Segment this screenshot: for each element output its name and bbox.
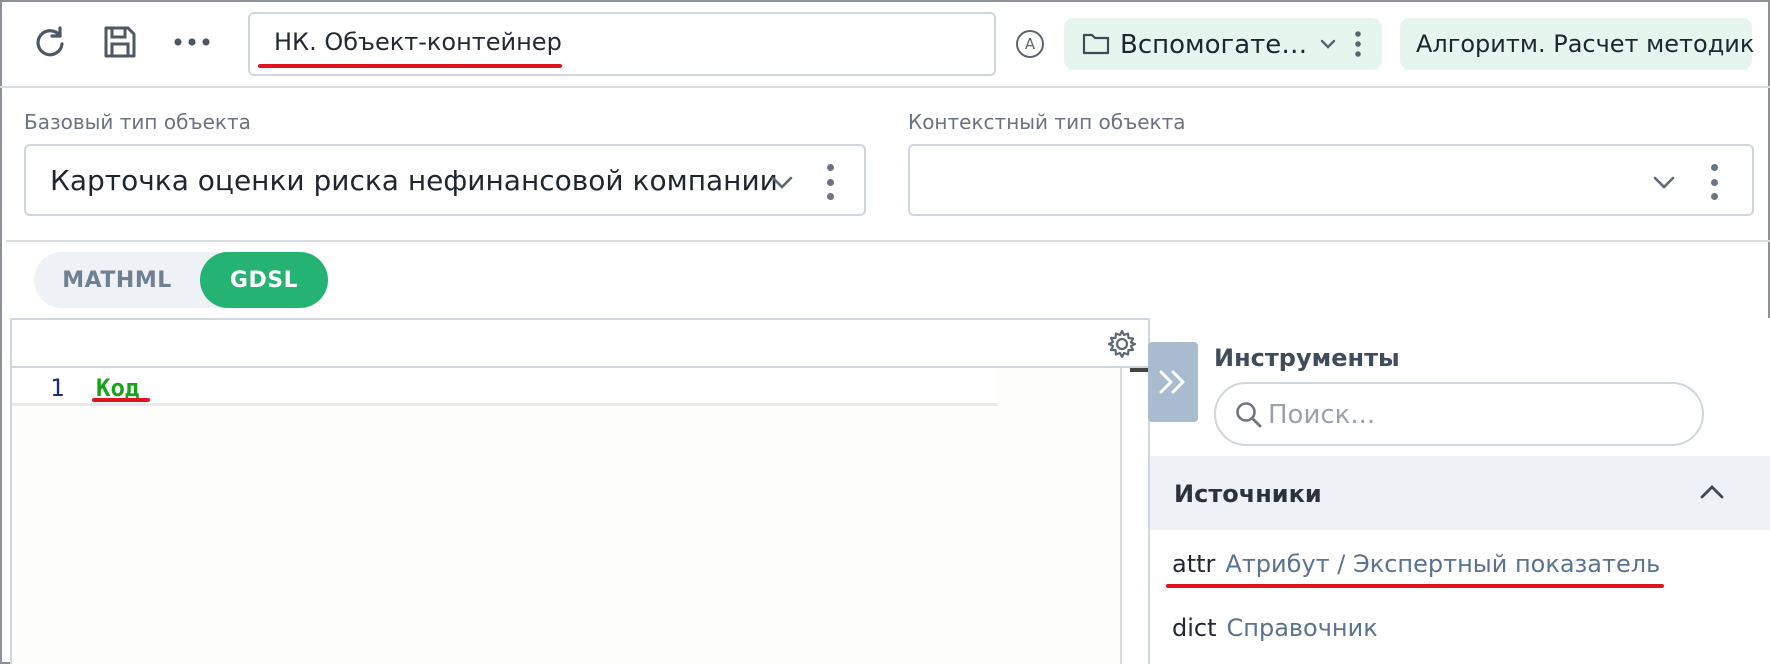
more-horizontal-icon[interactable] xyxy=(170,20,214,64)
kebab-icon[interactable] xyxy=(1704,160,1724,204)
source-description: Атрибут / Экспертный показатель xyxy=(1225,550,1661,578)
attr-annotation-underline xyxy=(1166,584,1664,588)
code-annotation-underline xyxy=(92,398,150,402)
source-item-dict[interactable]: dict Справочник xyxy=(1172,614,1378,642)
tools-title: Инструменты xyxy=(1214,344,1400,372)
base-type-value: Карточка оценки риска нефинансовой компа… xyxy=(50,164,778,197)
code-editor[interactable]: 1 Код xyxy=(10,318,1150,664)
context-type-label: Контекстный тип объекта xyxy=(908,110,1186,134)
chevron-up-icon[interactable] xyxy=(1698,482,1726,502)
object-title-text: НК. Объект-контейнер xyxy=(274,28,562,56)
algorithm-label: Алгоритм. Расчет методик xyxy=(1416,30,1755,58)
status-a-icon[interactable]: A xyxy=(1016,30,1044,58)
kebab-icon[interactable] xyxy=(820,160,840,204)
kebab-icon[interactable] xyxy=(1354,30,1362,58)
base-type-label: Базовый тип объекта xyxy=(24,110,251,134)
title-annotation-underline xyxy=(258,64,562,68)
folder-icon xyxy=(1082,33,1110,55)
context-type-select[interactable] xyxy=(908,144,1754,216)
folder-dropdown[interactable]: Вспомогате… xyxy=(1064,18,1382,70)
chevron-down-icon[interactable] xyxy=(1650,168,1678,196)
tools-search-input[interactable]: Поиск... xyxy=(1214,382,1704,446)
folder-label: Вспомогате… xyxy=(1120,30,1308,60)
search-icon xyxy=(1236,402,1262,428)
mode-toggle: MATHML GDSL xyxy=(34,252,328,308)
tab-mathml[interactable]: MATHML xyxy=(34,252,200,308)
source-description: Справочник xyxy=(1226,614,1378,642)
code-line[interactable]: 1 Код xyxy=(12,368,998,406)
base-type-select[interactable]: Карточка оценки риска нефинансовой компа… xyxy=(24,144,866,216)
chevron-down-icon[interactable] xyxy=(768,168,796,196)
search-placeholder: Поиск... xyxy=(1268,400,1376,430)
section-divider xyxy=(6,240,1770,242)
gear-icon[interactable] xyxy=(1106,328,1138,360)
chevron-down-icon xyxy=(1320,39,1336,49)
tab-gdsl[interactable]: GDSL xyxy=(200,252,328,308)
double-chevron-right-icon xyxy=(1159,370,1185,394)
source-key: dict xyxy=(1172,614,1217,642)
line-number: 1 xyxy=(50,374,65,402)
source-item-attr[interactable]: attr Атрибут / Экспертный показатель xyxy=(1172,550,1660,578)
editor-toolbar xyxy=(12,320,1148,368)
save-icon[interactable] xyxy=(98,20,142,64)
sources-section-header[interactable]: Источники xyxy=(1150,456,1770,530)
sources-title: Источники xyxy=(1174,480,1322,508)
minimap[interactable] xyxy=(1130,368,1150,372)
algorithm-chip[interactable]: Алгоритм. Расчет методик xyxy=(1400,18,1755,70)
source-key: attr xyxy=(1172,550,1216,578)
refresh-icon[interactable] xyxy=(28,20,72,64)
editor-body[interactable]: 1 Код xyxy=(12,368,1120,664)
top-toolbar: НК. Объект-контейнер A Вспомогате… Алгор… xyxy=(0,0,1770,88)
editor-minimap-divider xyxy=(1120,368,1122,664)
collapse-panel-button[interactable] xyxy=(1148,342,1198,422)
